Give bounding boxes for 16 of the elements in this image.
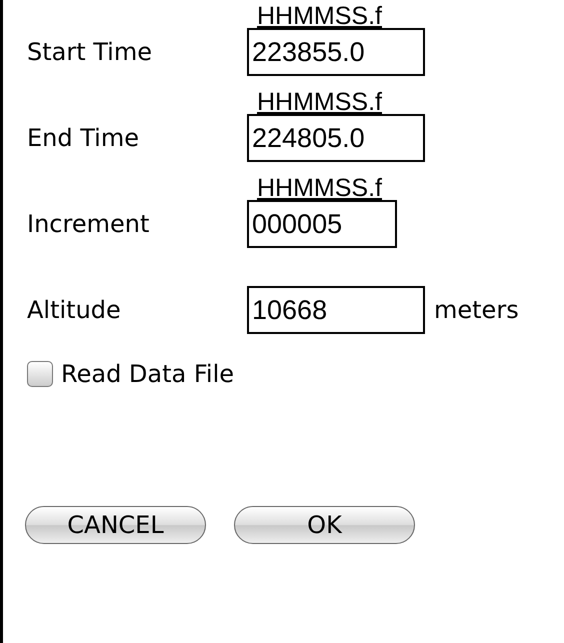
field-label: Altitude <box>27 296 122 324</box>
format-hint: HHMMSS.f <box>257 2 382 30</box>
checkbox-label: Read Data File <box>61 360 234 388</box>
input-field[interactable]: 10668 <box>247 286 425 334</box>
field-label: Increment <box>27 210 150 238</box>
input-field[interactable]: 000005 <box>247 200 397 248</box>
input-field[interactable]: 223855.0 <box>247 28 425 76</box>
input-field[interactable]: 224805.0 <box>247 114 425 162</box>
unit-label: meters <box>434 296 519 324</box>
format-hint: HHMMSS.f <box>257 174 382 202</box>
format-hint: HHMMSS.f <box>257 88 382 116</box>
checkbox[interactable] <box>27 361 53 387</box>
dialog-button[interactable]: OK <box>234 506 415 544</box>
field-label: Start Time <box>27 38 153 66</box>
dialog-button[interactable]: CANCEL <box>25 506 206 544</box>
field-label: End Time <box>27 124 140 152</box>
